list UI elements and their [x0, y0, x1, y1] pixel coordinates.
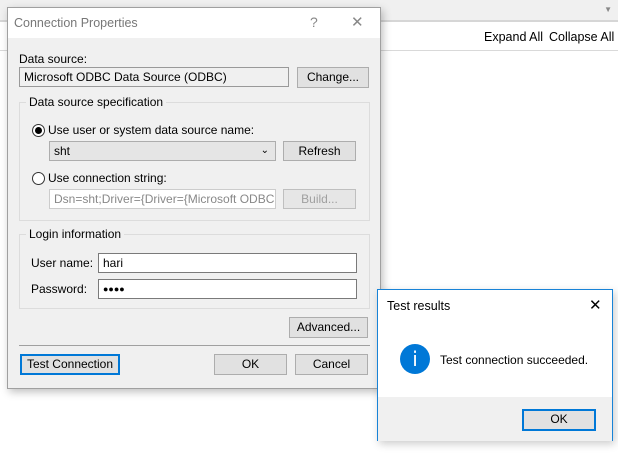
chevron-down-icon: ⌄	[260, 145, 269, 156]
help-icon[interactable]: ?	[310, 14, 318, 30]
connection-string-radio-label[interactable]: Use connection string:	[48, 171, 167, 185]
title-bar: Connection Properties ? ✕	[8, 8, 380, 38]
dsn-radio[interactable]	[32, 124, 45, 137]
connection-string-field: Dsn=sht;Driver={Driver={Microsoft ODBC f…	[49, 189, 276, 209]
separator	[19, 345, 370, 346]
advanced-button[interactable]: Advanced...	[289, 317, 368, 338]
info-icon: i	[400, 344, 430, 374]
test-connection-button[interactable]: Test Connection	[20, 354, 120, 375]
dsn-radio-label[interactable]: Use user or system data source name:	[48, 123, 254, 137]
username-input[interactable]: hari	[98, 253, 357, 273]
data-source-specification-group: Data source specification Use user or sy…	[19, 95, 370, 221]
expand-all-link[interactable]: Expand All	[484, 30, 543, 44]
change-button[interactable]: Change...	[297, 67, 369, 88]
dropdown-arrow-icon[interactable]: ▼	[604, 5, 612, 14]
build-button: Build...	[283, 189, 356, 209]
dsn-select-value: sht	[54, 144, 71, 158]
cancel-button[interactable]: Cancel	[295, 354, 368, 375]
data-source-field: Microsoft ODBC Data Source (ODBC)	[19, 67, 289, 87]
group-label: Data source specification	[26, 95, 167, 109]
login-information-group: Login information User name: hari Passwo…	[19, 227, 370, 309]
connection-string-radio[interactable]	[32, 172, 45, 185]
group-label: Login information	[26, 227, 125, 241]
close-icon[interactable]: ✕	[589, 296, 602, 314]
connection-properties-dialog: Connection Properties ? ✕ Data source: M…	[7, 7, 381, 389]
message-text: Test connection succeeded.	[440, 353, 589, 367]
username-label: User name:	[31, 256, 94, 270]
footer: OK	[378, 397, 612, 441]
close-icon[interactable]: ✕	[351, 13, 364, 31]
dialog-title: Connection Properties	[14, 16, 138, 30]
dsn-select[interactable]: sht ⌄	[49, 141, 276, 161]
ok-button[interactable]: OK	[214, 354, 287, 375]
collapse-all-link[interactable]: Collapse All	[549, 30, 614, 44]
password-input[interactable]: ●●●●	[98, 279, 357, 299]
dialog-title: Test results	[387, 299, 451, 313]
data-source-label: Data source:	[19, 52, 88, 66]
password-label: Password:	[31, 282, 88, 296]
refresh-button[interactable]: Refresh	[283, 141, 356, 161]
test-results-dialog: Test results ✕ i Test connection succeed…	[377, 289, 613, 441]
ok-button[interactable]: OK	[522, 409, 596, 431]
